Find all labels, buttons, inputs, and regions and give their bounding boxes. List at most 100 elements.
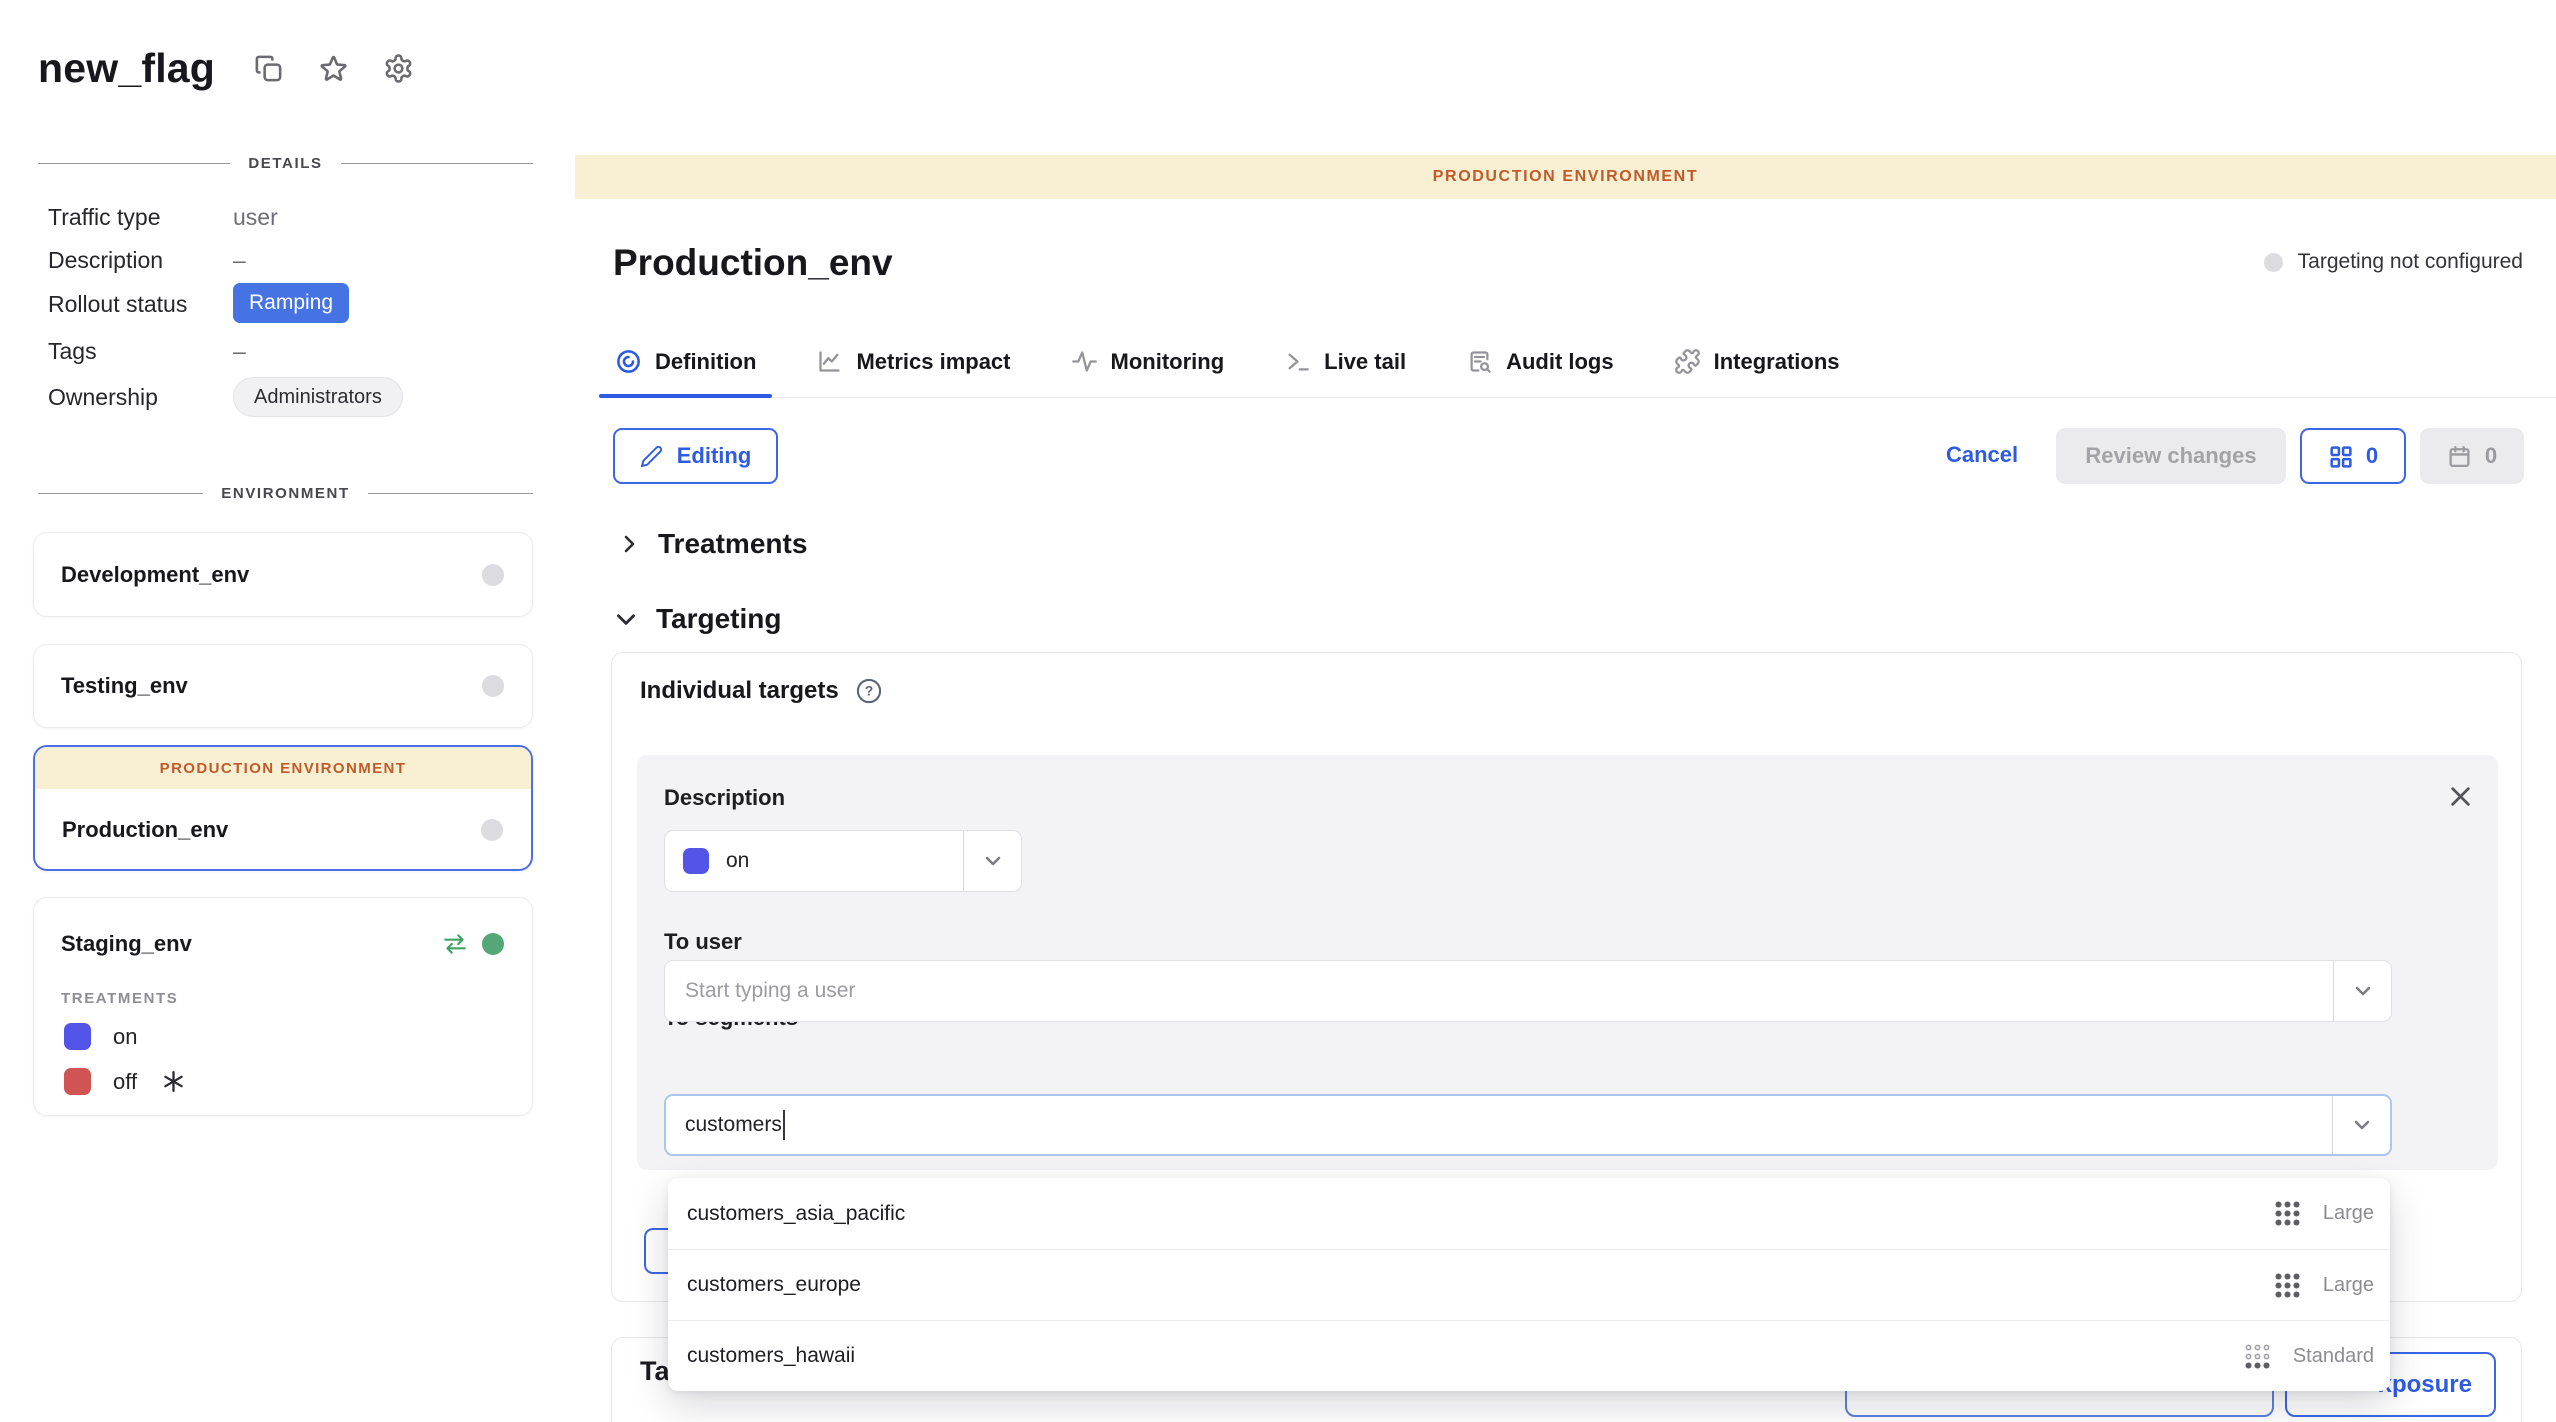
metrics-chart-icon [816,348,843,375]
treatment-color-swatch [683,848,709,874]
to-user-input[interactable]: Start typing a user [664,960,2392,1022]
segment-size-label: Large [2323,1274,2374,1297]
treatment-off-label: off [113,1069,137,1095]
calendar-icon [2447,444,2472,469]
production-environment-banner: PRODUCTION ENVIRONMENT [575,155,2556,199]
favorite-star-icon[interactable] [318,53,349,84]
status-text: Targeting not configured [2298,250,2523,274]
targeting-section-title: Targeting [656,603,781,635]
close-icon[interactable] [2447,783,2474,810]
select-chevron[interactable] [963,831,1021,891]
editing-button[interactable]: Editing [613,428,778,484]
chevron-down-icon [613,606,639,632]
sync-arrows-icon [442,931,468,957]
puzzle-icon [1674,348,1701,375]
terminal-icon [1284,348,1311,375]
audit-log-icon [1466,348,1493,375]
segment-size-large-icon [2274,1200,2301,1227]
segments-dropdown: customers_asia_pacific Large customers_e… [668,1178,2390,1391]
individual-targets-title: Individual targets [640,677,839,705]
detail-value-tags: – [233,338,246,365]
tab-label: Metrics impact [856,349,1010,375]
detail-value-traffic-type: user [233,204,278,231]
tab-monitoring[interactable]: Monitoring [1069,326,1227,397]
details-section-divider: DETAILS [38,155,533,172]
treatments-section-toggle[interactable]: Treatments [617,528,807,560]
env-name: Production_env [62,817,228,843]
tab-live-tail[interactable]: Live tail [1282,326,1408,397]
active-tab-indicator [599,394,772,398]
text-caret [783,1110,785,1140]
svg-text:?: ? [864,683,873,699]
tab-metrics-impact[interactable]: Metrics impact [814,326,1012,397]
schedule-counter-button[interactable]: 0 [2420,428,2524,484]
divider-line [38,493,203,494]
flag-detail-page: new_flag DETAILS Traffic type user Descr… [0,0,2556,1422]
copy-icon[interactable] [253,53,284,84]
segment-option-hawaii[interactable]: customers_hawaii Standard [668,1320,2390,1391]
env-name: Testing_env [61,673,188,699]
env-status-dot [481,819,503,841]
env-card-testing[interactable]: Testing_env [33,644,533,728]
pencil-icon [640,445,663,468]
segment-size-standard-icon [2244,1343,2271,1370]
to-segments-input[interactable]: customers [664,1094,2392,1156]
segments-select-chevron[interactable] [2332,1096,2390,1154]
production-environment-strip: PRODUCTION ENVIRONMENT [35,747,531,789]
treatment-select-value: on [726,849,749,873]
env-status-dot [482,564,504,586]
targeting-section-toggle[interactable]: Targeting [613,603,781,635]
segment-name: customers_asia_pacific [687,1202,905,1226]
to-user-label: To user [664,929,2498,955]
env-name: Staging_env [61,931,192,957]
detail-label-rollout-status: Rollout status [48,291,187,318]
treatment-off-swatch [64,1068,91,1095]
segment-size-large-icon [2274,1272,2301,1299]
divider-line [368,493,533,494]
help-icon[interactable]: ? [855,677,883,705]
cancel-button[interactable]: Cancel [1946,442,2018,468]
chevron-right-icon [617,532,641,556]
rollout-status-badge: Ramping [233,283,349,323]
changes-counter-button[interactable]: 0 [2300,428,2406,484]
segment-name: customers_europe [687,1273,861,1297]
editing-label: Editing [677,443,752,469]
treatment-select[interactable]: on [664,830,1022,892]
ownership-pill: Administrators [233,377,403,417]
settings-gear-icon[interactable] [383,53,414,84]
env-card-development[interactable]: Development_env [33,532,533,617]
segment-option-asia-pacific[interactable]: customers_asia_pacific Large [668,1178,2390,1249]
status-dot [2264,253,2283,272]
segment-name: customers_hawaii [687,1344,855,1368]
detail-label-description: Description [48,247,163,274]
env-card-production[interactable]: PRODUCTION ENVIRONMENT Production_env [33,745,533,871]
treatment-row-off: off [64,1068,532,1095]
description-label: Description [664,785,2498,811]
tab-integrations[interactable]: Integrations [1672,326,1842,397]
env-name: Development_env [61,562,249,588]
tab-label: Definition [655,349,756,375]
environment-title: Production_env [613,242,893,284]
segment-option-europe[interactable]: customers_europe Large [668,1249,2390,1320]
segment-size-label: Standard [2293,1345,2374,1368]
review-changes-button[interactable]: Review changes [2056,428,2286,484]
env-card-staging[interactable]: Staging_env TREATMENTS on off [33,897,533,1116]
definition-icon [615,348,642,375]
tab-label: Integrations [1714,349,1840,375]
tab-definition[interactable]: Definition [613,326,758,397]
treatment-on-swatch [64,1023,91,1050]
treatment-row-on: on [64,1023,532,1050]
tab-label: Audit logs [1506,349,1614,375]
schedule-count: 0 [2485,443,2497,469]
tab-audit-logs[interactable]: Audit logs [1464,326,1616,397]
env-status-dot-active [482,933,504,955]
individual-target-rule-card: Description on To user Start typing a us… [637,755,2498,1170]
divider-line [38,163,230,164]
user-select-chevron[interactable] [2333,961,2391,1021]
segment-size-label: Large [2323,1202,2374,1225]
page-header: new_flag [38,40,414,96]
pulse-icon [1071,348,1098,375]
treatments-label: TREATMENTS [61,990,532,1007]
targeting-status: Targeting not configured [2264,250,2523,274]
tab-label: Live tail [1324,349,1406,375]
